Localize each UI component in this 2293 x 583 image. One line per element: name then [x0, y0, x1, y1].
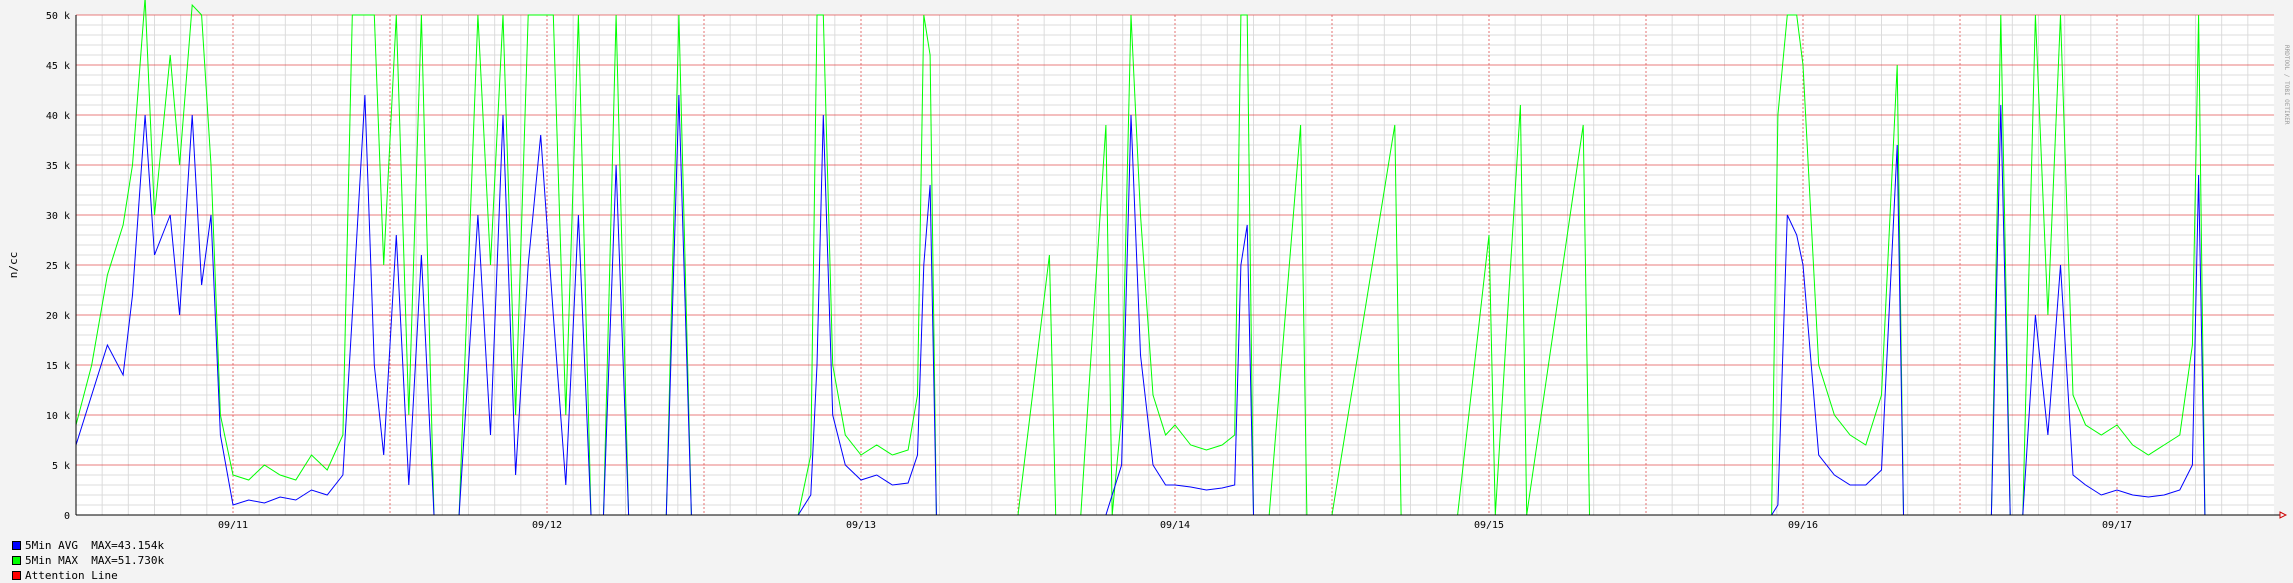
x-tick-label: 09/11 — [218, 520, 248, 531]
y-tick-label: 15 k — [46, 361, 70, 372]
x-tick-label: 09/16 — [1788, 520, 1818, 531]
y-tick-label: 0 — [64, 511, 70, 522]
x-tick-label: 09/14 — [1160, 520, 1190, 531]
x-tick-label: 09/15 — [1474, 520, 1504, 531]
rrdtool-watermark: RRDTOOL / TOBI OETIKER — [2283, 45, 2290, 125]
y-tick-label: 40 k — [46, 111, 70, 122]
y-tick-label: 10 k — [46, 411, 70, 422]
legend-label-max: 5Min MAX MAX=51.730k — [25, 554, 165, 567]
x-tick-label: 09/12 — [532, 520, 562, 531]
legend-swatch-max — [12, 556, 21, 565]
y-tick-label: 50 k — [46, 11, 70, 22]
chart-legend: 5Min AVG MAX=43.154k 5Min MAX MAX=51.730… — [12, 538, 164, 583]
y-tick-label: 5 k — [52, 461, 70, 472]
x-tick-label: 09/13 — [846, 520, 876, 531]
x-tick-label: 09/17 — [2102, 520, 2132, 531]
y-tick-label: 45 k — [46, 61, 70, 72]
legend-swatch-avg — [12, 541, 21, 550]
y-tick-label: 20 k — [46, 311, 70, 322]
time-series-chart: 0 5 k 10 k 15 k 20 k 25 k 30 k 35 k 40 k 45 k 50 k… — [0, 0, 2293, 576]
y-tick-label: 35 k — [46, 161, 70, 172]
y-tick-label: 25 k — [46, 261, 70, 272]
legend-label-avg: 5Min AVG MAX=43.154k — [25, 539, 165, 552]
legend-item-max: 5Min MAX MAX=51.730k — [12, 553, 164, 568]
y-tick-label: 30 k — [46, 211, 70, 222]
legend-item-avg: 5Min AVG MAX=43.154k — [12, 538, 164, 553]
y-axis-label: n/cc — [7, 252, 20, 279]
